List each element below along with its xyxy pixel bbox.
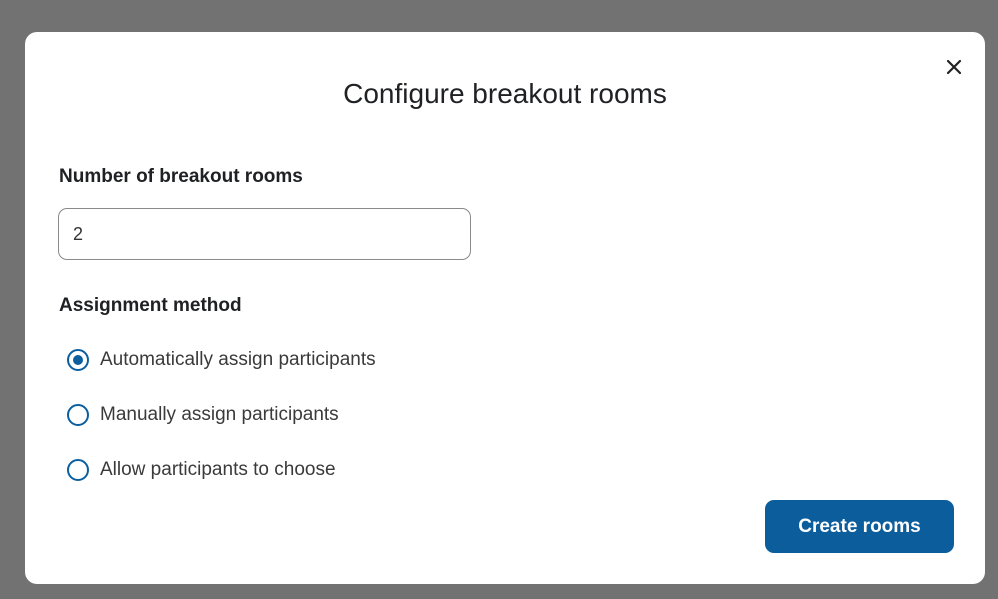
radio-button[interactable] xyxy=(67,404,89,426)
radio-option-choose[interactable]: Allow participants to choose xyxy=(67,458,336,482)
close-icon xyxy=(941,54,967,80)
radio-button[interactable] xyxy=(67,459,89,481)
radio-label-choose: Allow participants to choose xyxy=(100,459,336,480)
radio-option-manual[interactable]: Manually assign participants xyxy=(67,403,339,427)
rooms-count-label: Number of breakout rooms xyxy=(59,166,303,187)
radio-button-checked[interactable] xyxy=(67,349,89,371)
radio-label-manual: Manually assign participants xyxy=(100,404,339,425)
close-button[interactable] xyxy=(941,54,967,80)
configure-breakout-rooms-dialog: Configure breakout rooms Number of break… xyxy=(25,32,985,584)
dialog-title: Configure breakout rooms xyxy=(343,78,667,109)
assignment-method-label: Assignment method xyxy=(59,295,242,316)
rooms-count-input[interactable] xyxy=(58,208,471,260)
radio-option-automatic[interactable]: Automatically assign participants xyxy=(67,348,376,372)
radio-label-automatic: Automatically assign participants xyxy=(100,349,376,370)
create-rooms-button[interactable]: Create rooms xyxy=(765,500,954,553)
